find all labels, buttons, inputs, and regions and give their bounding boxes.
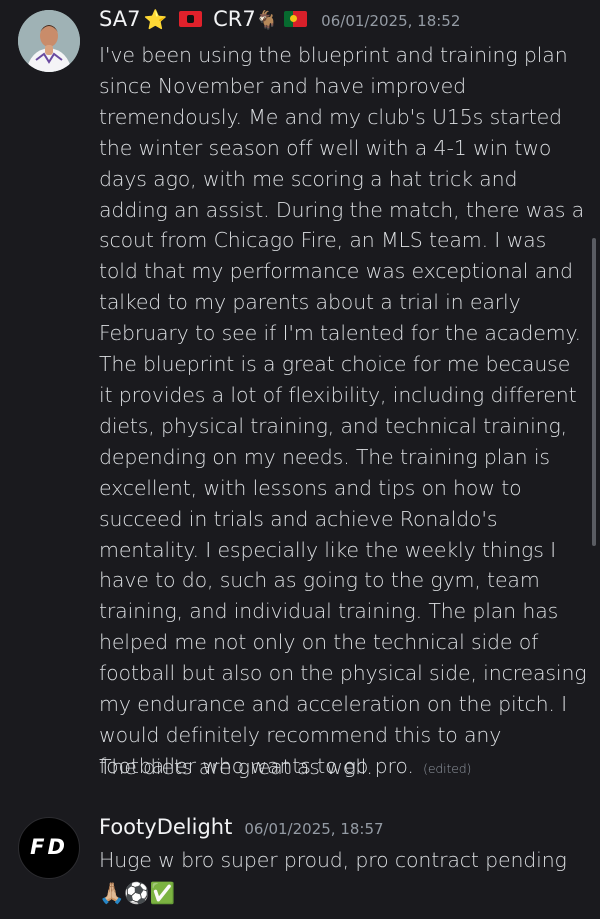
user-avatar[interactable]	[18, 10, 80, 72]
star-icon: ⭐	[143, 9, 168, 31]
goat-icon: 🐐	[255, 10, 279, 31]
message-content: I've been using the blueprint and traini…	[99, 43, 587, 778]
folded-hands-icon: 🙏🏼	[99, 880, 125, 905]
username[interactable]: SA7	[99, 7, 140, 31]
username[interactable]: FootyDelight	[99, 815, 232, 839]
user-alias: CR7	[213, 7, 256, 31]
user-avatar[interactable]: FD	[18, 817, 80, 879]
message-content: Huge w bro super proud, pro contract pen…	[99, 848, 567, 872]
message-header: SA7 ⭐ CR7 🐐 06/01/2025, 18:52	[99, 7, 460, 31]
followup-content: The diets are great as well.	[99, 755, 373, 779]
albania-flag-icon	[179, 11, 203, 27]
message-text: I've been using the blueprint and traini…	[99, 40, 589, 785]
scrollbar[interactable]	[592, 238, 596, 546]
message-followup: The diets are great as well.	[99, 752, 589, 783]
portugal-flag-icon	[284, 11, 308, 27]
emoji-row: 🙏🏼⚽✅	[99, 878, 589, 909]
avatar-photo-icon	[18, 10, 80, 72]
timestamp[interactable]: 06/01/2025, 18:52	[321, 12, 460, 30]
soccer-ball-icon: ⚽	[124, 880, 150, 905]
message-header: FootyDelight 06/01/2025, 18:57	[99, 815, 384, 839]
timestamp[interactable]: 06/01/2025, 18:57	[244, 820, 383, 838]
check-mark-icon: ✅	[149, 880, 176, 905]
avatar-logo-text: FD	[30, 835, 68, 859]
message-text: Huge w bro super proud, pro contract pen…	[99, 845, 589, 909]
